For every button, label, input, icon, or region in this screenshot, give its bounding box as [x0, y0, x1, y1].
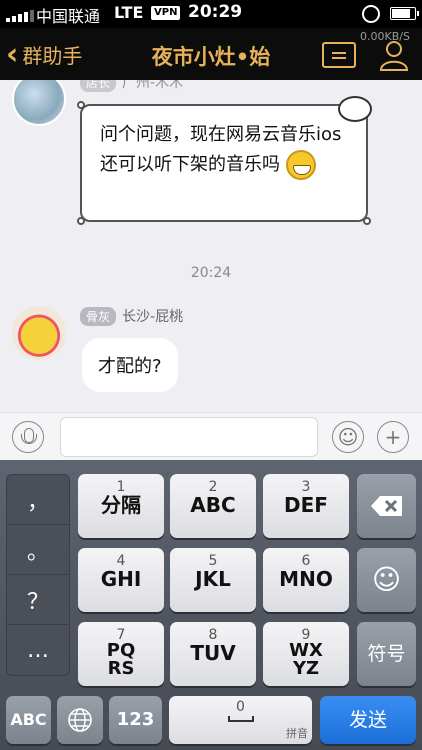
space-icon	[227, 716, 254, 722]
smiley-icon: ☺	[371, 563, 402, 596]
abc-key[interactable]: ABC	[6, 696, 51, 744]
key-ellipsis[interactable]: …	[7, 625, 69, 675]
voice-button[interactable]	[12, 421, 44, 453]
key-7[interactable]: 7 PQRS	[78, 622, 164, 686]
key-5[interactable]: 5 JKL	[170, 548, 256, 612]
key-2[interactable]: 2 ABC	[170, 474, 256, 538]
carrier-label: 中国联通	[36, 7, 101, 26]
globe-key[interactable]	[57, 696, 103, 744]
more-button[interactable]: +	[377, 421, 409, 453]
battery-icon	[390, 7, 419, 20]
message-input[interactable]	[60, 417, 318, 457]
key-4[interactable]: 4 GHI	[78, 548, 164, 612]
key-1[interactable]: 1 分隔	[78, 474, 164, 538]
message-timestamp: 20:24	[190, 265, 232, 281]
sender-tag: 骨灰	[80, 306, 117, 326]
key-period[interactable]: 。	[7, 525, 69, 575]
symbols-key[interactable]: 符号	[357, 622, 416, 686]
group-card-icon[interactable]	[322, 42, 356, 68]
message-bubble[interactable]: 问个问题，现在网易云音乐ios还可以听下架的音乐吗	[77, 101, 371, 225]
plus-icon: +	[384, 425, 402, 449]
smiley-icon: ☺	[337, 425, 359, 449]
key-3[interactable]: 3 DEF	[263, 474, 349, 538]
key-6[interactable]: 6 MNO	[263, 548, 349, 612]
grin-emoji-icon	[285, 150, 316, 180]
key-question[interactable]: ？	[7, 575, 69, 625]
key-8[interactable]: 8 TUV	[170, 622, 256, 686]
globe-icon	[68, 708, 92, 732]
keyboard: ， 。 ？ … 1 分隔 2 ABC 3 DEF 4 GHI 5 JKL 6 MNO ☺ 7…	[0, 460, 422, 750]
group-members-icon[interactable]	[378, 38, 410, 72]
input-bar: ☺ +	[0, 412, 422, 460]
network-label: LTE	[114, 3, 144, 22]
sender-line: 店长 广州-木木	[80, 80, 183, 92]
sender-tag: 店长	[80, 80, 117, 92]
status-time: 20:29	[188, 2, 243, 22]
vpn-badge: VPN	[151, 6, 181, 20]
bubble-decoration-icon	[338, 96, 372, 122]
emoji-button[interactable]: ☺	[332, 421, 364, 453]
avatar[interactable]	[12, 306, 66, 360]
sender-name: 广州-木木	[122, 80, 184, 91]
emoji-key[interactable]: ☺	[357, 548, 416, 612]
sender-name: 长沙-屁桃	[122, 309, 184, 325]
key-comma[interactable]: ，	[7, 475, 69, 525]
avatar[interactable]	[12, 80, 66, 126]
message-bubble[interactable]: 才配的?	[82, 338, 178, 392]
key-9[interactable]: 9 WXYZ	[263, 622, 349, 686]
punctuation-column: ， 。 ？ …	[6, 474, 70, 676]
backspace-icon	[370, 496, 402, 516]
nav-bar: ‹ 群助手 夜市小灶•始 0.00KB/S	[0, 28, 422, 80]
message-text: 才配的?	[98, 356, 162, 377]
send-button[interactable]: 发送	[320, 696, 416, 744]
delete-button[interactable]	[357, 474, 416, 538]
sender-line: 骨灰 长沙-屁桃	[80, 306, 183, 326]
chat-area[interactable]: 店长 广州-木木 问个问题，现在网易云音乐ios还可以听下架的音乐吗 20:24…	[0, 80, 422, 412]
chat-title: 夜市小灶•始	[151, 45, 271, 69]
status-bar: 中国联通 LTE VPN 20:29	[0, 0, 422, 28]
rotation-lock-icon	[362, 5, 380, 23]
signal-icon	[6, 10, 34, 22]
space-key[interactable]: 0 拼音	[169, 696, 312, 744]
numbers-key[interactable]: 123	[109, 696, 162, 744]
